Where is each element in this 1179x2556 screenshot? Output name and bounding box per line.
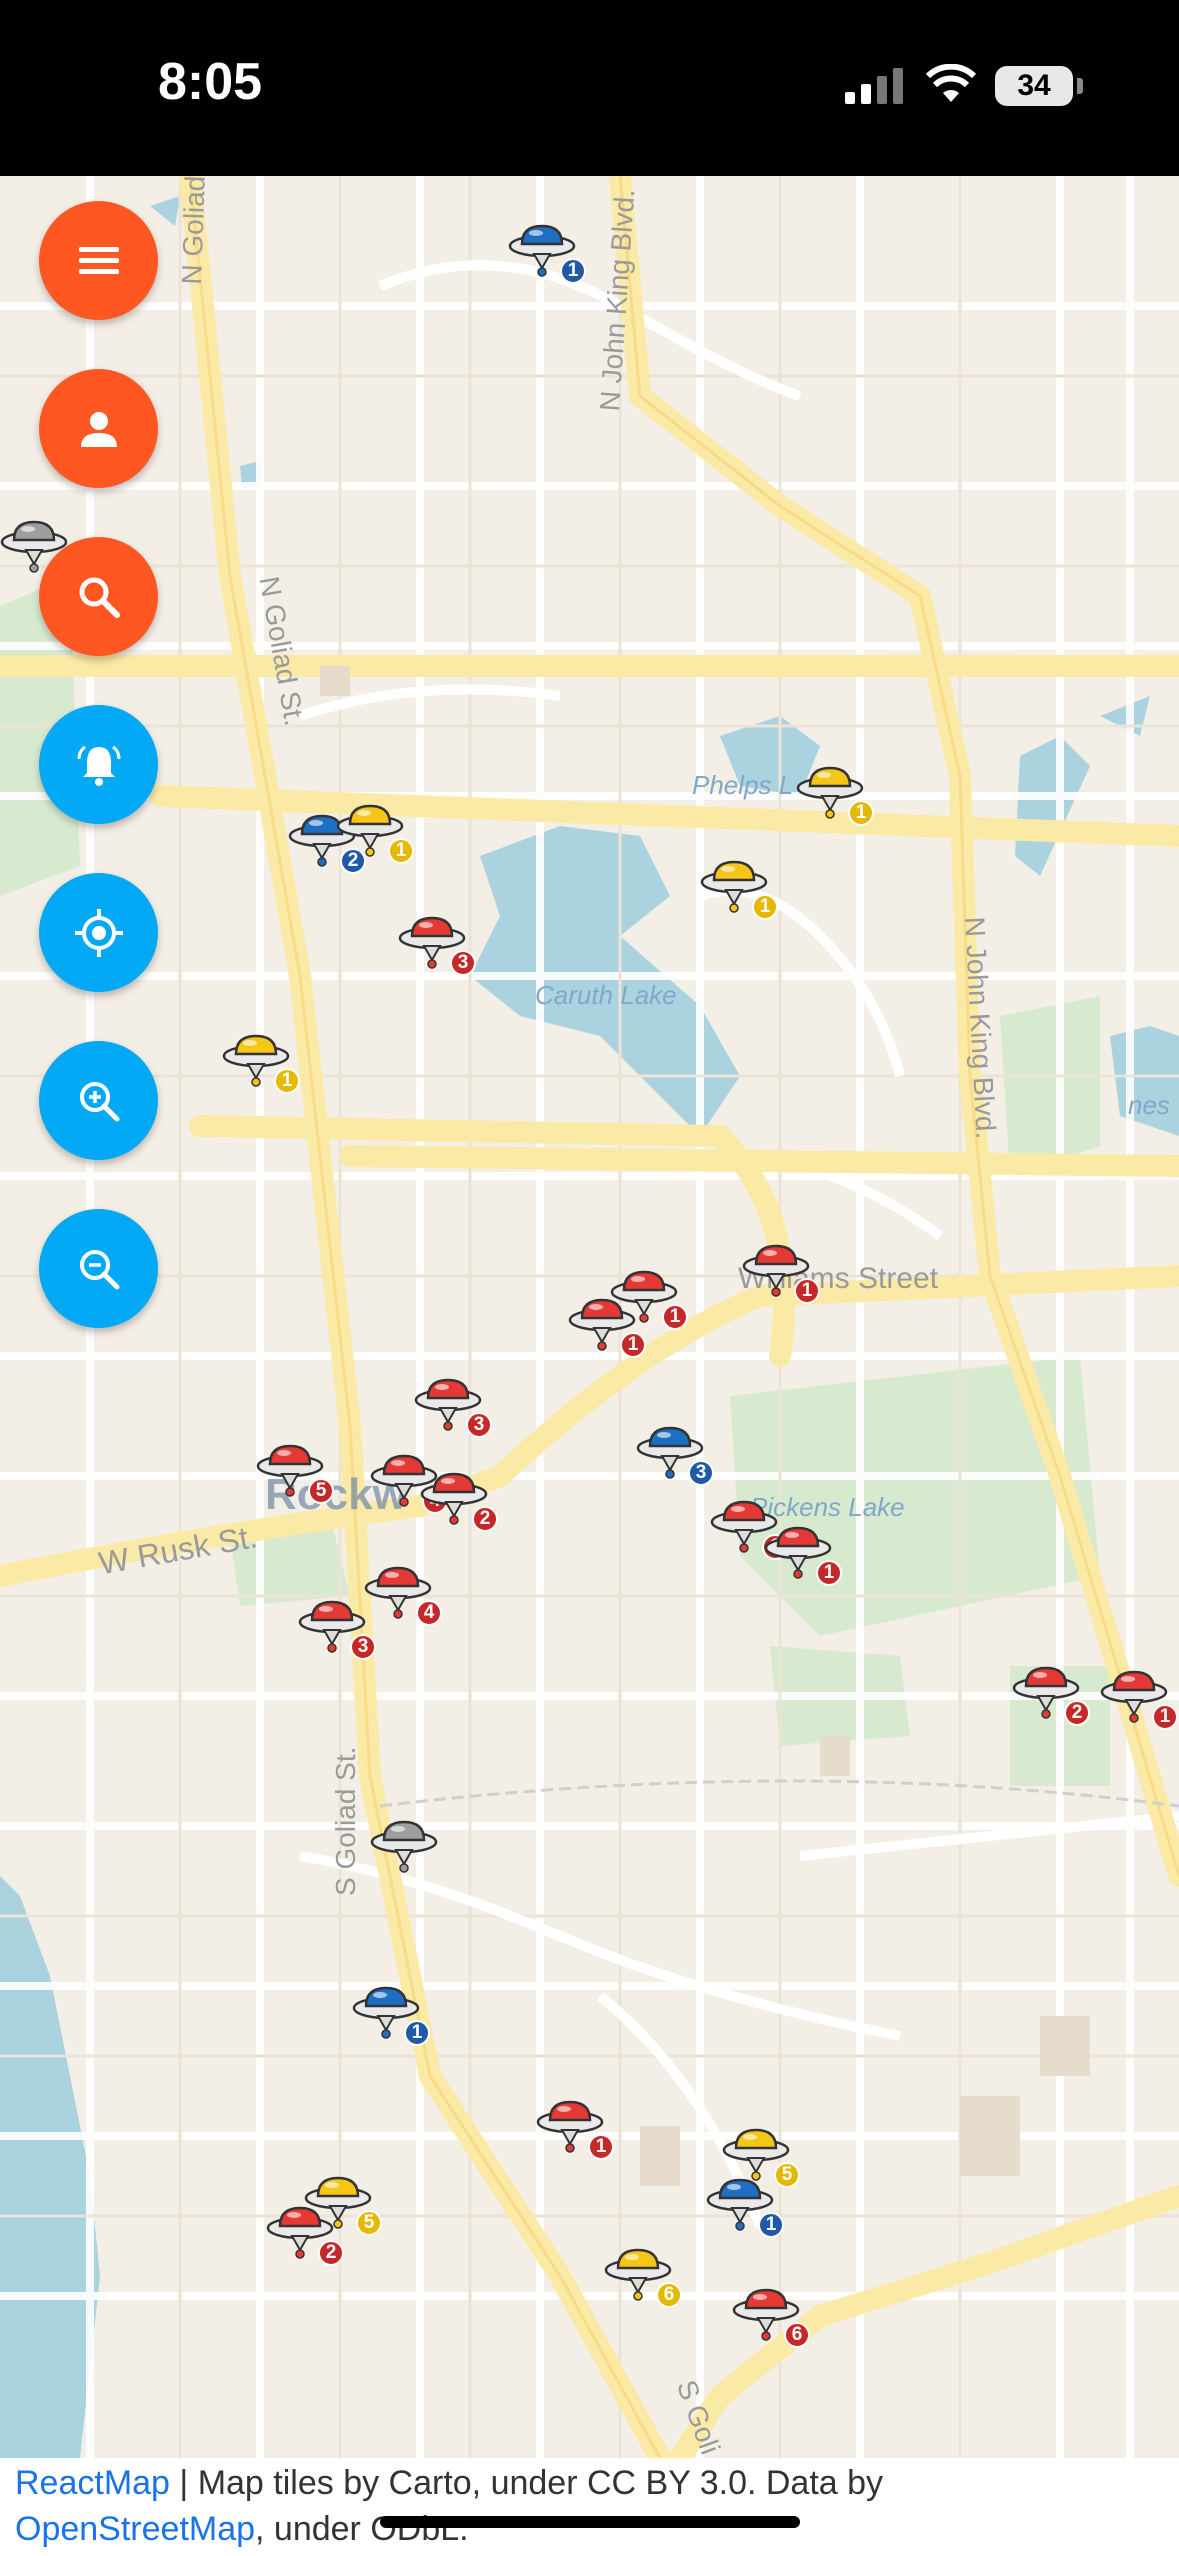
map-pin-blue[interactable]: 1 (508, 220, 586, 289)
bell-icon (77, 745, 120, 786)
battery-cap (1077, 78, 1083, 94)
pokestop-icon (370, 1820, 438, 1873)
battery-indicator: 34 (995, 66, 1073, 106)
map-pin-red[interactable]: 4 (364, 1562, 442, 1631)
map-pin-red[interactable]: 1 (536, 2096, 614, 2165)
pin-count-badge: 2 (1064, 1700, 1090, 1726)
menu-button[interactable] (39, 201, 158, 320)
map-pin-red[interactable]: 1 (568, 1294, 646, 1363)
water-label: nes (1128, 1090, 1170, 1120)
cellular-signal-icon (845, 68, 903, 104)
pin-count-badge: 2 (472, 1506, 498, 1532)
menu-icon (78, 246, 119, 274)
pin-count-badge: 6 (784, 2322, 810, 2348)
pin-count-badge: 1 (1152, 1704, 1178, 1730)
pin-count-badge: 1 (388, 838, 414, 864)
map-pin-blue[interactable]: 1 (352, 1982, 430, 2051)
notifications-button[interactable] (39, 705, 158, 824)
zoom-in-button[interactable] (39, 1041, 158, 1160)
map-pin-red[interactable]: 1 (1100, 1666, 1178, 1735)
street-label: N Goliad St. (176, 176, 213, 286)
pin-count-badge: 4 (416, 1600, 442, 1626)
pin-count-badge: 1 (752, 894, 778, 920)
home-indicator (380, 2516, 800, 2528)
search-button[interactable] (39, 537, 158, 656)
map-pin-red[interactable]: 5 (256, 1440, 334, 1509)
map-pin-red[interactable]: 2 (420, 1468, 498, 1537)
map-pin-red[interactable]: 3 (298, 1596, 376, 1665)
map-pin-yellow[interactable]: 1 (336, 800, 414, 869)
map-pin-yellow[interactable]: 1 (222, 1030, 300, 1099)
map-pin-yellow[interactable]: 6 (604, 2244, 682, 2313)
map-attribution: ReactMap | Map tiles by Carto, under CC … (0, 2458, 1179, 2556)
search-icon (79, 577, 120, 618)
pin-count-badge: 3 (466, 1412, 492, 1438)
pin-count-badge: 1 (560, 258, 586, 284)
pin-count-badge: 3 (350, 1634, 376, 1660)
map-pin-red[interactable]: 6 (732, 2284, 810, 2353)
map-pin-red[interactable]: 1 (742, 1240, 820, 1309)
zoom-out-button[interactable] (39, 1209, 158, 1328)
reactmap-link[interactable]: ReactMap (15, 2464, 170, 2502)
water-label: Phelps L (692, 770, 794, 800)
pin-count-badge: 5 (356, 2210, 382, 2236)
map-pin-red[interactable]: 1 (764, 1522, 842, 1591)
pin-count-badge: 2 (318, 2240, 344, 2266)
person-icon (80, 411, 117, 447)
pin-count-badge: 3 (450, 950, 476, 976)
pin-count-badge: 1 (816, 1560, 842, 1586)
map-pin-red[interactable]: 2 (266, 2202, 344, 2271)
attribution-text: | Map tiles by Carto, under CC BY 3.0. D… (169, 2464, 884, 2502)
map-pin-yellow[interactable]: 1 (700, 856, 778, 925)
profile-button[interactable] (39, 369, 158, 488)
pin-count-badge: 1 (404, 2020, 430, 2046)
wifi-icon (925, 64, 977, 102)
pin-count-badge: 1 (758, 2212, 784, 2238)
street-label: S Goliad St. (330, 1746, 361, 1896)
pin-count-badge: 1 (848, 800, 874, 826)
zoom-out-icon (79, 1249, 119, 1289)
map-pin-gray[interactable] (370, 1816, 446, 1885)
map-pin-yellow[interactable]: 1 (796, 762, 874, 831)
water-label: Caruth Lake (535, 980, 677, 1010)
map-pin-red[interactable]: 3 (414, 1374, 492, 1443)
locate-button[interactable] (39, 873, 158, 992)
openstreetmap-link[interactable]: OpenStreetMap (15, 2510, 255, 2548)
status-bar: 8:05 34 (0, 0, 1179, 176)
pin-count-badge: 1 (662, 1304, 688, 1330)
crosshair-icon (74, 908, 123, 957)
pin-count-badge: 1 (620, 1332, 646, 1358)
zoom-in-icon (79, 1081, 119, 1121)
status-time: 8:05 (158, 53, 263, 111)
pin-count-badge: 1 (588, 2134, 614, 2160)
pin-count-badge: 6 (656, 2282, 682, 2308)
map-pin-red[interactable]: 2 (1012, 1662, 1090, 1731)
pin-count-badge: 3 (688, 1460, 714, 1486)
map-pin-blue[interactable]: 1 (706, 2174, 784, 2243)
pin-count-badge: 1 (274, 1068, 300, 1094)
map-view[interactable]: N Goliad St. N John King Blvd. N John Ki… (0, 176, 1179, 2458)
pin-count-badge: 1 (794, 1278, 820, 1304)
map-pin-blue[interactable]: 3 (636, 1422, 714, 1491)
pin-count-badge: 5 (308, 1478, 334, 1504)
map-pin-red[interactable]: 3 (398, 912, 476, 981)
